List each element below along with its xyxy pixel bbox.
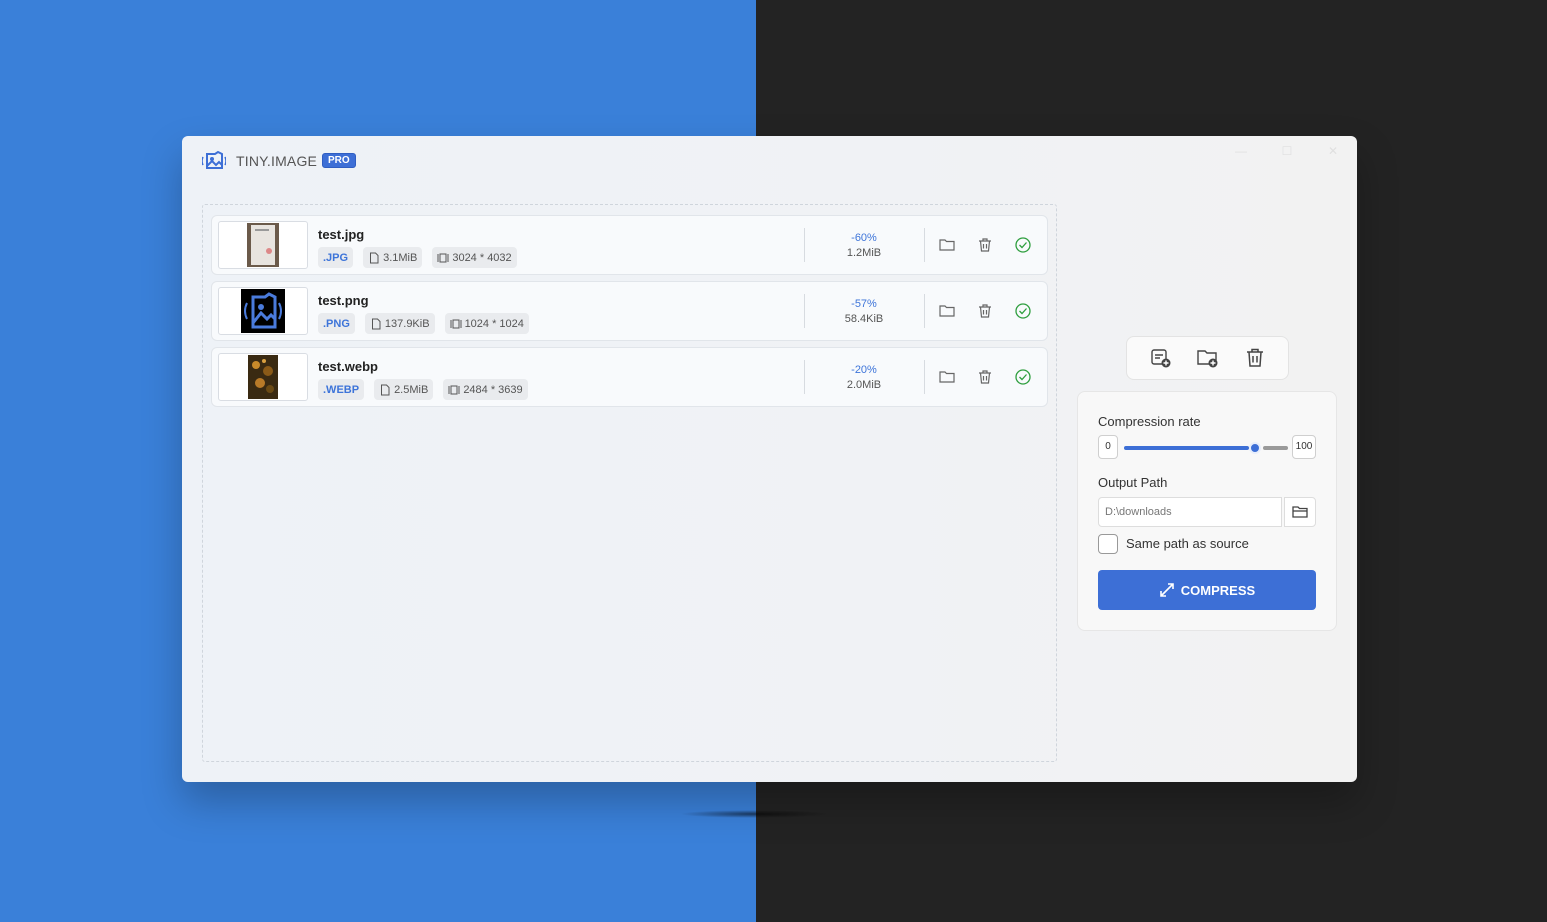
output-path-label: Output Path	[1098, 475, 1168, 490]
divider	[924, 360, 925, 394]
delete-icon[interactable]	[976, 302, 994, 320]
compress-icon	[1159, 583, 1174, 597]
dimension-tag: 2484 * 3639	[443, 379, 528, 400]
file-ext-badge: .PNG	[318, 313, 355, 334]
open-folder-icon[interactable]	[938, 236, 956, 254]
browse-folder-button[interactable]	[1284, 497, 1316, 527]
divider	[924, 228, 925, 262]
divider	[804, 228, 805, 262]
file-name: test.jpg	[318, 227, 365, 242]
file-icon	[371, 318, 381, 329]
file-row: test.jpg .JPG 3.1MiB 3024 * 4032 -60% 1.…	[211, 215, 1048, 275]
delete-icon[interactable]	[976, 236, 994, 254]
file-icon	[381, 384, 390, 395]
file-row: test.webp .WEBP 2.5MiB 2484 * 3639 -20% …	[211, 347, 1048, 407]
compressed-size: 58.4KiB	[844, 313, 884, 325]
file-dimensions: 3024 * 4032	[452, 251, 512, 264]
clear-all-icon[interactable]	[1243, 346, 1267, 370]
window-controls: — ☐ ✕	[1231, 142, 1343, 160]
reduction-percent: -60%	[851, 232, 877, 244]
file-dimensions: 1024 * 1024	[464, 317, 524, 330]
file-size: 2.5MiB	[394, 383, 429, 396]
add-folder-icon[interactable]	[1196, 346, 1220, 370]
divider	[924, 294, 925, 328]
thumbnail	[218, 287, 308, 335]
compression-stats: -20% 2.0MiB	[822, 363, 906, 393]
app-window: TINY.IMAGE PRO — ☐ ✕ test.jpg .JPG 3.1Mi…	[182, 136, 1357, 782]
file-size: 3.1MiB	[383, 251, 418, 264]
same-path-label: Same path as source	[1126, 536, 1249, 551]
compress-button[interactable]: COMPRESS	[1098, 570, 1316, 610]
slider-track	[1263, 446, 1288, 450]
maximize-icon[interactable]: ☐	[1277, 142, 1297, 160]
file-tags: .JPG 3.1MiB 3024 * 4032	[318, 247, 517, 268]
success-check-icon	[1014, 236, 1032, 254]
file-size-tag: 2.5MiB	[374, 379, 434, 400]
pro-badge: PRO	[322, 153, 356, 168]
compressed-size: 1.2MiB	[846, 247, 882, 259]
file-drop-zone[interactable]: test.jpg .JPG 3.1MiB 3024 * 4032 -60% 1.…	[202, 204, 1057, 762]
file-toolbar	[1126, 336, 1289, 380]
file-size-tag: 3.1MiB	[363, 247, 423, 268]
title-bar: TINY.IMAGE PRO — ☐ ✕	[182, 136, 1357, 184]
reduction-percent: -57%	[851, 298, 877, 310]
divider	[804, 360, 805, 394]
file-row: test.png .PNG 137.9KiB 1024 * 1024 -57% …	[211, 281, 1048, 341]
app-title: TINY.IMAGE	[236, 153, 318, 169]
thumbnail-image	[241, 289, 285, 333]
compression-min: 0	[1098, 435, 1118, 459]
slider-handle[interactable]	[1249, 442, 1261, 454]
compression-max: 100	[1292, 435, 1316, 459]
file-tags: .PNG 137.9KiB 1024 * 1024	[318, 313, 529, 334]
app-logo-icon	[201, 150, 227, 172]
add-file-icon[interactable]	[1149, 346, 1173, 370]
file-icon	[370, 252, 379, 263]
settings-panel: Compression rate 0 100 Output Path Same …	[1077, 391, 1337, 631]
compression-stats: -60% 1.2MiB	[822, 231, 906, 261]
dimension-tag: 3024 * 4032	[432, 247, 517, 268]
open-folder-icon[interactable]	[938, 368, 956, 386]
window-shadow	[680, 810, 830, 818]
same-path-checkbox[interactable]	[1098, 534, 1118, 554]
divider	[804, 294, 805, 328]
delete-icon[interactable]	[976, 368, 994, 386]
compression-slider[interactable]	[1124, 442, 1288, 454]
file-size: 137.9KiB	[384, 317, 430, 330]
minimize-icon[interactable]: —	[1231, 142, 1251, 160]
file-dimensions: 2484 * 3639	[463, 383, 523, 396]
thumbnail-image	[247, 223, 279, 267]
dimension-icon	[450, 319, 462, 328]
dimension-tag: 1024 * 1024	[444, 313, 529, 334]
compression-rate-label: Compression rate	[1098, 414, 1201, 429]
file-ext-badge: .WEBP	[318, 379, 365, 400]
success-check-icon	[1014, 302, 1032, 320]
file-name: test.webp	[318, 359, 378, 374]
open-folder-icon[interactable]	[938, 302, 956, 320]
dimension-icon	[437, 253, 449, 262]
file-ext-badge: .JPG	[318, 247, 354, 268]
compression-stats: -57% 58.4KiB	[822, 297, 906, 327]
slider-fill	[1124, 446, 1249, 450]
dimension-icon	[448, 385, 460, 394]
compressed-size: 2.0MiB	[846, 379, 882, 391]
thumbnail	[218, 221, 308, 269]
file-size-tag: 137.9KiB	[364, 313, 435, 334]
success-check-icon	[1014, 368, 1032, 386]
file-tags: .WEBP 2.5MiB 2484 * 3639	[318, 379, 528, 400]
file-name: test.png	[318, 293, 369, 308]
compress-label: COMPRESS	[1180, 582, 1256, 598]
reduction-percent: -20%	[851, 364, 877, 376]
close-icon[interactable]: ✕	[1323, 142, 1343, 160]
folder-icon	[1292, 506, 1308, 518]
output-path-input[interactable]	[1098, 497, 1282, 527]
thumbnail	[218, 353, 308, 401]
thumbnail-image	[248, 355, 278, 399]
